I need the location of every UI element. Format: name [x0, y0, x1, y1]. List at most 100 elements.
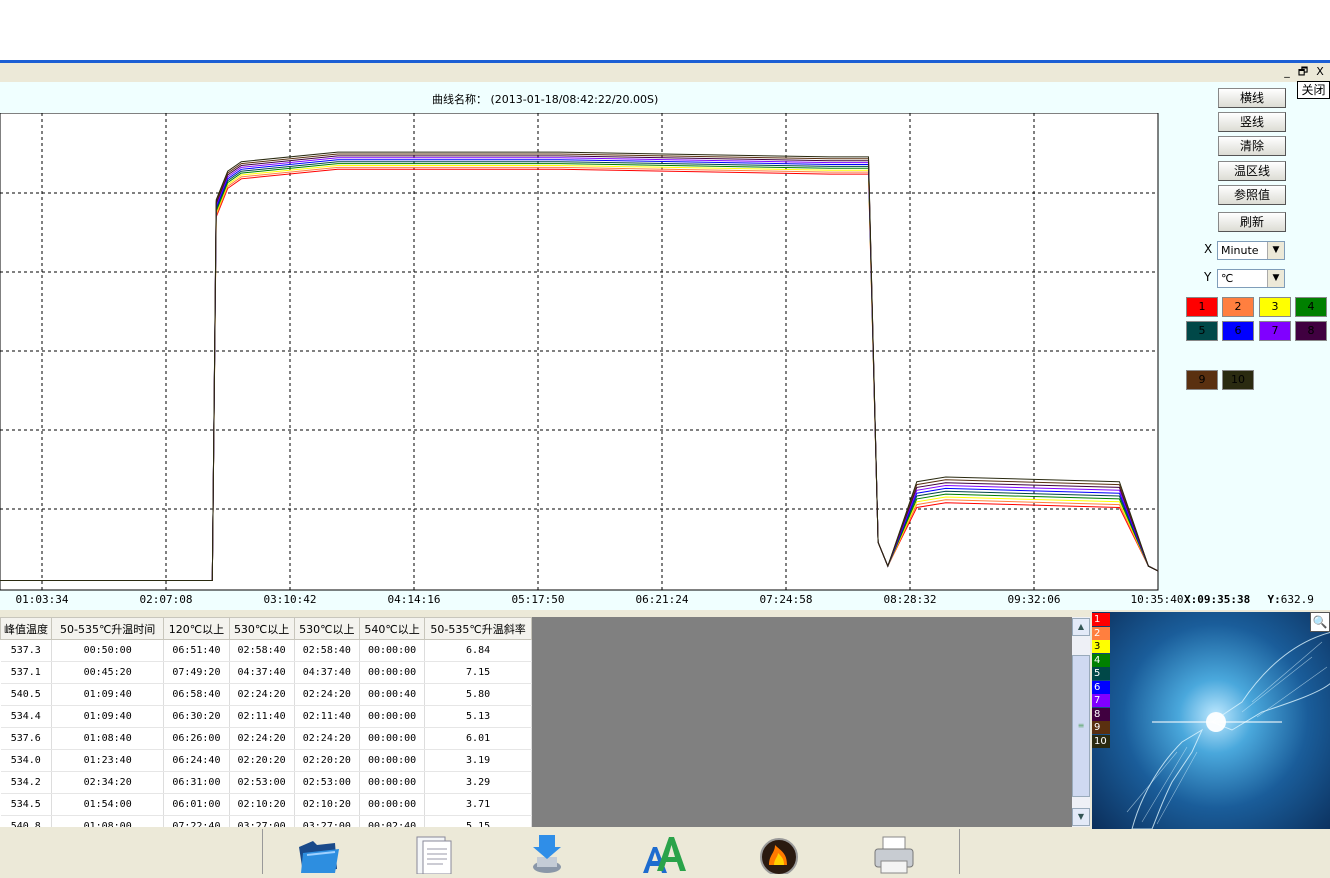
- chevron-down-icon: ▼: [1267, 270, 1284, 287]
- table-cell: 00:50:00: [51, 639, 165, 662]
- table-cell: 04:37:40: [294, 661, 360, 684]
- table-cell: 534.0: [0, 749, 52, 772]
- reference-value-button[interactable]: 参照值: [1218, 185, 1286, 205]
- table-cell: 07:49:20: [163, 661, 230, 684]
- table-cell: 534.2: [0, 771, 52, 794]
- table-cell: 00:00:00: [359, 749, 426, 772]
- x-tick-label: 04:14:16: [387, 593, 441, 606]
- legend-entry-1: 1: [1092, 613, 1110, 626]
- channel-chip-7[interactable]: 7: [1259, 321, 1291, 341]
- table-cell: 3.71: [424, 793, 532, 816]
- table-row[interactable]: 537.3 00:50:00 06:51:40 02:58:40 02:58:40 00:…: [0, 639, 532, 662]
- table-row[interactable]: 537.6 01:08:40 06:26:00 02:24:20 02:24:20 00:…: [0, 727, 532, 750]
- table-cell: 04:37:40: [229, 661, 295, 684]
- table-cell: 02:53:00: [294, 771, 360, 794]
- readout-y-value: 632.9: [1280, 593, 1314, 606]
- table-cell: 06:51:40: [163, 639, 230, 662]
- table-cell: 537.6: [0, 727, 52, 750]
- table-row[interactable]: 534.4 01:09:40 06:30:20 02:11:40 02:11:40 00:…: [0, 705, 532, 728]
- table-cell: 02:11:40: [294, 705, 360, 728]
- channel-chip-9[interactable]: 9: [1186, 370, 1218, 390]
- table-cell: 06:30:20: [163, 705, 230, 728]
- x-unit-select[interactable]: Minute ▼: [1217, 241, 1285, 260]
- table-cell: 02:24:20: [229, 683, 295, 706]
- table-row[interactable]: 534.0 01:23:40 06:24:40 02:20:20 02:20:20 00:…: [0, 749, 532, 772]
- chevron-down-icon: ▼: [1267, 242, 1284, 259]
- readout-x-prefix: X:: [1184, 593, 1198, 606]
- vline-button[interactable]: 竖线: [1218, 112, 1286, 132]
- table-cell: 02:58:40: [294, 639, 360, 662]
- printer-icon[interactable]: [871, 833, 917, 874]
- hands-illustration: [1126, 632, 1330, 829]
- table-cell: 02:53:00: [229, 771, 295, 794]
- channel-chip-4[interactable]: 4: [1295, 297, 1327, 317]
- document-icon[interactable]: [411, 833, 457, 875]
- table-header-cell[interactable]: 峰值温度: [0, 617, 52, 640]
- top-blank-area: [0, 0, 1330, 60]
- table-row[interactable]: 540.5 01:09:40 06:58:40 02:24:20 02:24:20 00:…: [0, 683, 532, 706]
- zoom-button[interactable]: 🔍: [1310, 612, 1330, 632]
- table-cell: 00:00:00: [359, 639, 426, 662]
- minimize-button[interactable]: _: [1280, 65, 1294, 78]
- table-cell: 02:11:40: [229, 705, 295, 728]
- window-close-x-button[interactable]: X: [1313, 65, 1327, 78]
- table-cell: 5.13: [424, 705, 532, 728]
- table-cell: 02:10:20: [229, 793, 295, 816]
- fire-icon[interactable]: [757, 833, 803, 876]
- table-cell: 7.15: [424, 661, 532, 684]
- channel-chip-3[interactable]: 3: [1259, 297, 1291, 317]
- y-unit-value: ℃: [1221, 272, 1234, 285]
- font-icon[interactable]: [641, 833, 687, 874]
- table-cell: 02:24:20: [229, 727, 295, 750]
- table-header-cell[interactable]: 530℃以上: [228, 617, 295, 640]
- close-button[interactable]: 关闭: [1297, 81, 1330, 99]
- table-header-cell[interactable]: 530℃以上: [293, 617, 360, 640]
- table-cell: 00:00:00: [359, 771, 426, 794]
- legend-entry-5: 5: [1092, 667, 1110, 680]
- table-row[interactable]: 540.8 01:08:00 07:22:40 03:27:00 03:27:00 00:…: [0, 815, 532, 827]
- folder-icon[interactable]: [295, 833, 341, 874]
- clear-button[interactable]: 清除: [1218, 136, 1286, 156]
- scroll-up-button[interactable]: ▲: [1072, 618, 1090, 636]
- table-cell: 00:00:40: [359, 683, 426, 706]
- table-cell: 06:31:00: [163, 771, 230, 794]
- refresh-button[interactable]: 刷新: [1218, 212, 1286, 232]
- empty-gray-area: [532, 617, 1072, 827]
- table-row[interactable]: 534.2 02:34:20 06:31:00 02:53:00 02:53:00 00:…: [0, 771, 532, 794]
- channel-chip-5[interactable]: 5: [1186, 321, 1218, 341]
- scroll-thumb[interactable]: ≡: [1072, 655, 1090, 797]
- table-cell: 534.5: [0, 793, 52, 816]
- readout-x-value: 09:35:38: [1197, 593, 1251, 606]
- table-row[interactable]: 537.1 00:45:20 07:49:20 04:37:40 04:37:40 00:…: [0, 661, 532, 684]
- channel-chip-6[interactable]: 6: [1222, 321, 1254, 341]
- y-unit-label: Y: [1204, 270, 1212, 284]
- decorative-hands-image: 1 2 3 4 5 6 7 8 9 10: [1092, 612, 1330, 829]
- restore-button[interactable]: 🗗: [1296, 65, 1310, 78]
- table-header-cell[interactable]: 540℃以上: [358, 617, 426, 640]
- table-cell: 01:09:40: [51, 683, 165, 706]
- table-cell: 02:24:20: [294, 727, 360, 750]
- table-cell: 537.3: [0, 639, 52, 662]
- table-cell: 01:54:00: [51, 793, 165, 816]
- y-unit-select[interactable]: ℃ ▼: [1217, 269, 1285, 288]
- table-cell: 06:24:40: [163, 749, 230, 772]
- legend-entry-4: 4: [1092, 653, 1110, 667]
- channel-chip-8[interactable]: 8: [1295, 321, 1327, 341]
- table-header-cell[interactable]: 50-535℃升温时间: [50, 617, 165, 640]
- table-header-cell[interactable]: 50-535℃升温斜率: [424, 617, 532, 640]
- table-cell: 01:08:40: [51, 727, 165, 750]
- channel-chip-10[interactable]: 10: [1222, 370, 1254, 390]
- table-row[interactable]: 534.5 01:54:00 06:01:00 02:10:20 02:10:20 00:…: [0, 793, 532, 816]
- vertical-scrollbar[interactable]: ▲ ≡ ▼: [1072, 617, 1090, 827]
- table-cell: 3.29: [424, 771, 532, 794]
- temperature-chart[interactable]: [0, 113, 1160, 591]
- channel-chip-1[interactable]: 1: [1186, 297, 1218, 317]
- hline-button[interactable]: 横线: [1218, 88, 1286, 108]
- table-header-cell[interactable]: 120℃以上: [163, 617, 230, 640]
- readout-y-prefix: Y:: [1267, 593, 1281, 606]
- scroll-down-button[interactable]: ▼: [1072, 808, 1090, 826]
- temp-zone-line-button[interactable]: 温区线: [1218, 161, 1286, 181]
- export-icon[interactable]: [525, 833, 571, 874]
- channel-chip-2[interactable]: 2: [1222, 297, 1254, 317]
- x-tick-label: 08:28:32: [883, 593, 937, 606]
